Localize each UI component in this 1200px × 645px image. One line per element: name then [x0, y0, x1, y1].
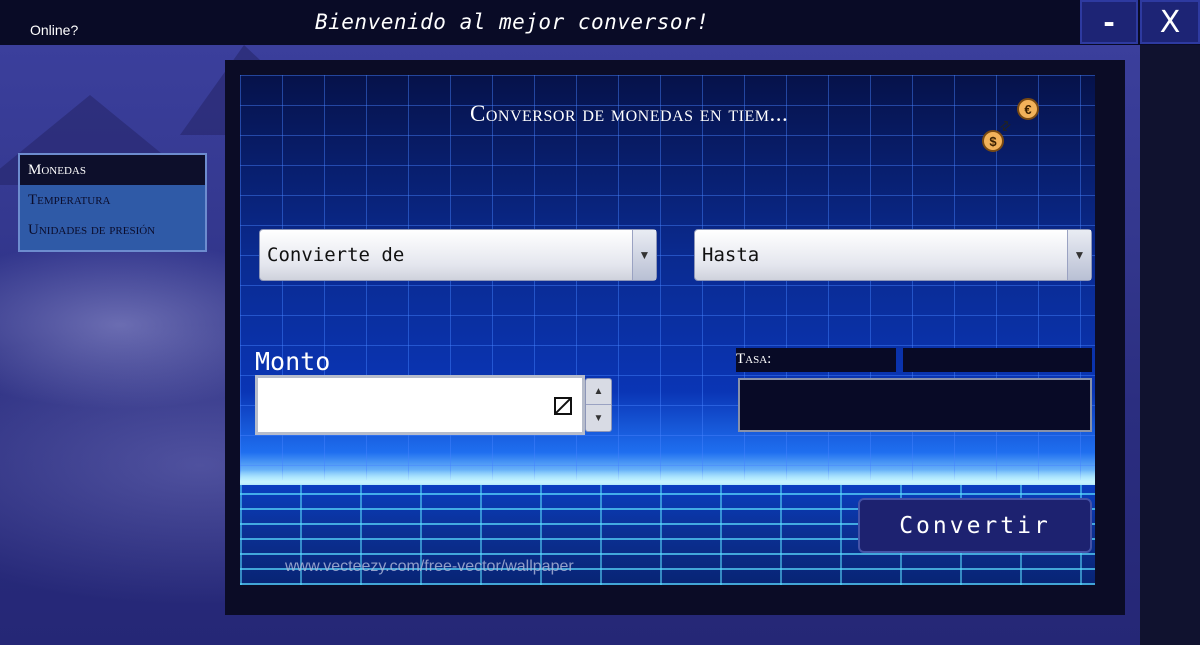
close-button[interactable]: X — [1140, 0, 1200, 44]
chevron-down-icon[interactable]: ▼ — [1067, 230, 1091, 280]
euro-coin-icon: € — [1017, 98, 1039, 120]
amount-stepper[interactable]: ▲ ▼ — [585, 378, 612, 432]
clear-icon[interactable] — [554, 397, 572, 415]
rate-value — [903, 348, 1092, 372]
page-title: Conversor de monedas en tiem... — [470, 101, 789, 126]
dollar-coin-icon: $ — [982, 130, 1004, 152]
right-edge-strip — [1140, 45, 1200, 645]
to-currency-value: Hasta — [702, 244, 760, 266]
rate-label: Tasa: — [736, 348, 896, 372]
sidebar-item-temperatura[interactable]: Temperatura — [20, 185, 205, 215]
convert-button[interactable]: Convertir — [858, 498, 1092, 553]
amount-label: Monto — [255, 347, 331, 376]
watermark-text: www.vecteezy.com/free-vector/wallpaper — [285, 558, 574, 575]
from-currency-value: Convierte de — [267, 244, 405, 266]
amount-input[interactable] — [255, 375, 585, 435]
sidebar-menu: Monedas Temperatura Unidades de presión — [18, 153, 207, 252]
sidebar-item-unidades-presion[interactable]: Unidades de presión — [20, 215, 205, 245]
converter-panel: Conversor de monedas en tiem... € ⇄ $ Co… — [240, 75, 1095, 585]
to-currency-select[interactable]: Hasta ▼ — [694, 229, 1092, 281]
minimize-button[interactable]: - — [1080, 0, 1138, 44]
result-field — [738, 378, 1092, 432]
sidebar-item-monedas[interactable]: Monedas — [20, 155, 205, 185]
welcome-message: Bienvenido al mejor conversor! — [315, 10, 710, 34]
step-up-icon[interactable]: ▲ — [586, 379, 611, 405]
chevron-down-icon[interactable]: ▼ — [632, 230, 656, 280]
from-currency-select[interactable]: Convierte de ▼ — [259, 229, 657, 281]
online-status: Online? — [30, 22, 79, 38]
title-bar: Online? Bienvenido al mejor conversor! -… — [0, 0, 1200, 45]
step-down-icon[interactable]: ▼ — [586, 405, 611, 431]
